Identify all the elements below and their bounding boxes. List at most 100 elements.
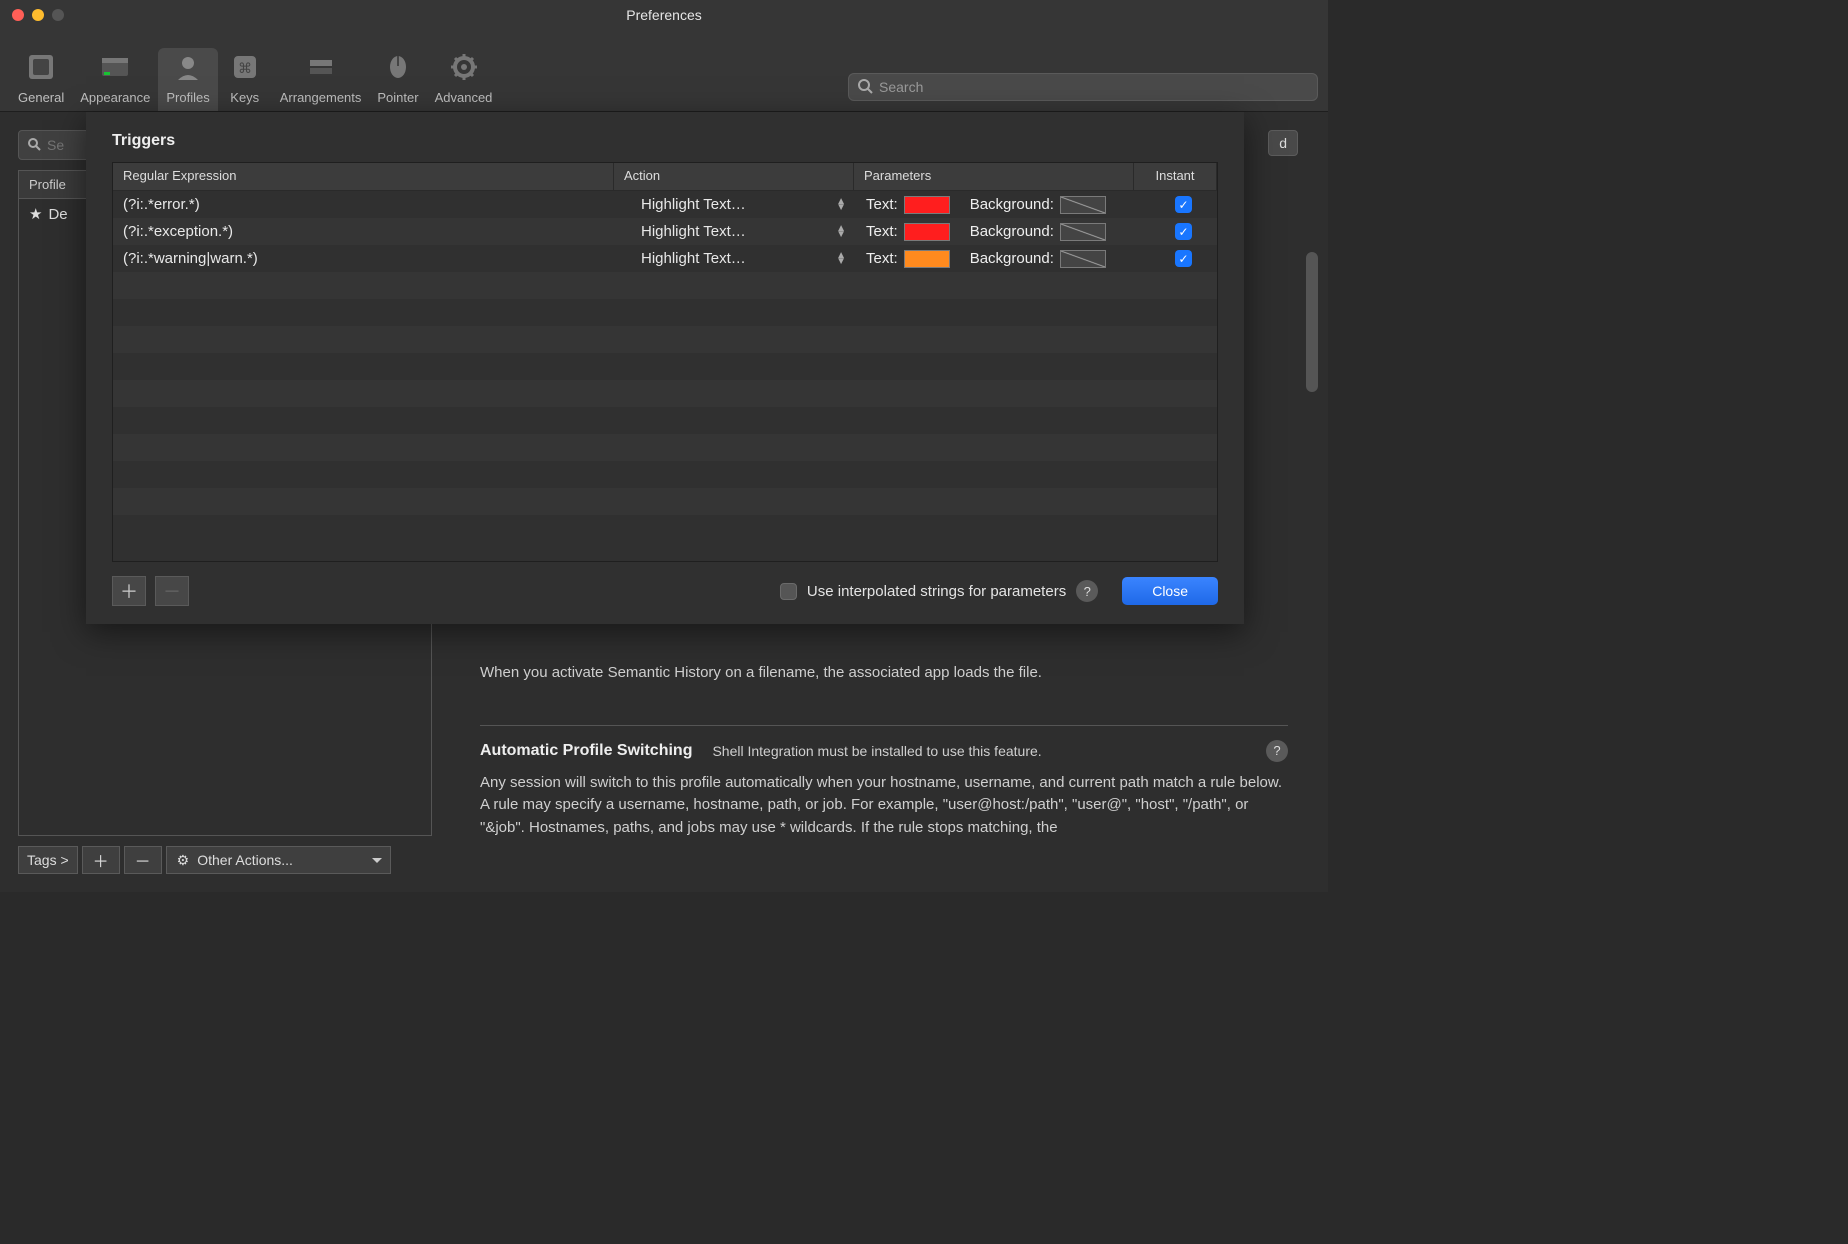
dialog-footer: ＋ － Use interpolated strings for paramet…	[112, 576, 1218, 606]
text-color-swatch[interactable]	[904, 223, 950, 241]
cell-params[interactable]: Text: Background:	[856, 245, 1150, 272]
cell-instant[interactable]: ✓	[1150, 218, 1217, 245]
background-label: Background:	[970, 196, 1054, 213]
semantic-history-desc: When you activate Semantic History on a …	[480, 662, 1288, 685]
toolbar-arrangements[interactable]: Arrangements	[272, 48, 370, 111]
table-row-empty	[113, 461, 1217, 488]
aps-note: Shell Integration must be installed to u…	[712, 743, 1041, 759]
toolbar-label: Appearance	[80, 90, 150, 105]
toolbar-label: Advanced	[435, 90, 493, 105]
tags-button[interactable]: Tags >	[18, 846, 78, 874]
table-header: Regular Expression Action Parameters Ins…	[113, 163, 1217, 191]
gear-icon	[445, 48, 483, 86]
close-button[interactable]: Close	[1122, 577, 1218, 605]
toolbar-advanced[interactable]: Advanced	[427, 48, 501, 111]
table-row-empty	[113, 272, 1217, 299]
star-icon: ★	[29, 205, 42, 223]
background-label: Background:	[970, 223, 1054, 240]
sidebar-footer: Tags > ＋ － ⚙ Other Actions...	[18, 846, 432, 874]
instant-checkbox[interactable]: ✓	[1175, 196, 1192, 213]
background-label: Background:	[970, 250, 1054, 267]
toolbar-label: Profiles	[166, 90, 209, 105]
pointer-icon	[379, 48, 417, 86]
preferences-search[interactable]	[848, 73, 1318, 101]
toolbar-pointer[interactable]: Pointer	[369, 48, 426, 111]
triggers-dialog: Triggers Regular Expression Action Param…	[86, 112, 1244, 624]
instant-checkbox[interactable]: ✓	[1175, 223, 1192, 240]
add-trigger-button[interactable]: ＋	[112, 576, 146, 606]
profiles-icon	[169, 48, 207, 86]
keys-icon: ⌘	[226, 48, 264, 86]
interpolated-checkbox[interactable]: Use interpolated strings for parameters	[780, 583, 1066, 600]
action-stepper-icon[interactable]: ▲▼	[836, 226, 846, 238]
cell-params[interactable]: Text: Background:	[856, 218, 1150, 245]
text-color-swatch[interactable]	[904, 196, 950, 214]
other-actions-dropdown[interactable]: ⚙ Other Actions...	[166, 846, 391, 874]
profile-label: De	[48, 206, 67, 223]
toolbar-general[interactable]: General	[10, 48, 72, 111]
cell-instant[interactable]: ✓	[1150, 191, 1217, 218]
window-title: Preferences	[0, 7, 1328, 23]
cell-regex[interactable]: (?i:.*exception.*)	[113, 218, 631, 245]
checkbox-box	[780, 583, 797, 600]
action-stepper-icon[interactable]: ▲▼	[836, 199, 846, 211]
background-color-swatch[interactable]	[1060, 196, 1106, 214]
table-row-empty	[113, 434, 1217, 461]
triggers-table: Regular Expression Action Parameters Ins…	[112, 162, 1218, 562]
aps-title: Automatic Profile Switching	[480, 742, 692, 760]
col-params[interactable]: Parameters	[854, 163, 1134, 191]
col-regex[interactable]: Regular Expression	[113, 163, 614, 191]
table-row[interactable]: (?i:.*exception.*) Highlight Text… ▲▼ Te…	[113, 218, 1217, 245]
action-stepper-icon[interactable]: ▲▼	[836, 253, 846, 265]
arrangements-icon	[302, 48, 340, 86]
toolbar-keys[interactable]: ⌘ Keys	[218, 48, 272, 111]
other-actions-label: Other Actions...	[197, 852, 293, 868]
table-row[interactable]: (?i:.*error.*) Highlight Text… ▲▼ Text: …	[113, 191, 1217, 218]
text-label: Text:	[866, 223, 898, 240]
search-icon	[27, 137, 41, 154]
col-action[interactable]: Action	[614, 163, 854, 191]
svg-text:⌘: ⌘	[238, 60, 252, 76]
dialog-title: Triggers	[112, 132, 1218, 150]
remove-profile-button[interactable]: －	[124, 846, 162, 874]
text-label: Text:	[866, 196, 898, 213]
general-icon	[22, 48, 60, 86]
instant-checkbox[interactable]: ✓	[1175, 250, 1192, 267]
toolbar-profiles[interactable]: Profiles	[158, 48, 217, 111]
toolbar-label: General	[18, 90, 64, 105]
table-row[interactable]: (?i:.*warning|warn.*) Highlight Text… ▲▼…	[113, 245, 1217, 272]
toolbar-label: Keys	[230, 90, 259, 105]
toolbar-appearance[interactable]: Appearance	[72, 48, 158, 111]
profile-tab-fragment[interactable]: d	[1268, 130, 1298, 156]
table-row-empty	[113, 299, 1217, 326]
col-instant[interactable]: Instant	[1134, 163, 1217, 191]
text-label: Text:	[866, 250, 898, 267]
background-color-swatch[interactable]	[1060, 250, 1106, 268]
add-profile-button[interactable]: ＋	[82, 846, 120, 874]
table-row-empty	[113, 380, 1217, 407]
toolbar-label: Pointer	[377, 90, 418, 105]
remove-trigger-button[interactable]: －	[155, 576, 189, 606]
content-scrollbar[interactable]	[1306, 252, 1318, 392]
table-row-empty	[113, 488, 1217, 515]
cell-regex[interactable]: (?i:.*warning|warn.*)	[113, 245, 631, 272]
cell-instant[interactable]: ✓	[1150, 245, 1217, 272]
interpolated-label: Use interpolated strings for parameters	[807, 583, 1066, 600]
background-color-swatch[interactable]	[1060, 223, 1106, 241]
table-row-empty	[113, 353, 1217, 380]
help-button[interactable]: ?	[1266, 740, 1288, 762]
table-body: (?i:.*error.*) Highlight Text… ▲▼ Text: …	[113, 191, 1217, 561]
cell-action[interactable]: Highlight Text… ▲▼	[631, 245, 856, 272]
cell-action[interactable]: Highlight Text… ▲▼	[631, 218, 856, 245]
table-row-empty	[113, 407, 1217, 434]
text-color-swatch[interactable]	[904, 250, 950, 268]
help-button[interactable]: ?	[1076, 580, 1098, 602]
cell-regex[interactable]: (?i:.*error.*)	[113, 191, 631, 218]
cell-action[interactable]: Highlight Text… ▲▼	[631, 191, 856, 218]
toolbar-label: Arrangements	[280, 90, 362, 105]
gear-icon: ⚙	[177, 852, 190, 869]
preferences-search-input[interactable]	[879, 79, 1309, 95]
appearance-icon	[96, 48, 134, 86]
table-row-empty	[113, 326, 1217, 353]
cell-params[interactable]: Text: Background:	[856, 191, 1150, 218]
